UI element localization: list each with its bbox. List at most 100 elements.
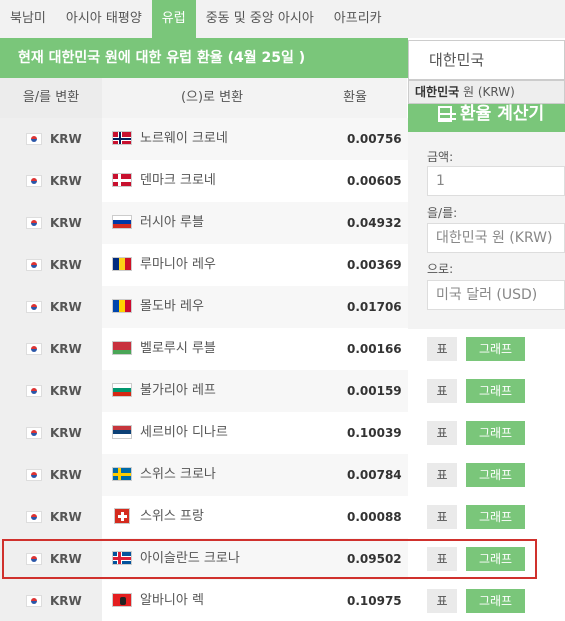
from-cell: KRW (0, 370, 102, 412)
suggestion-bold: 대한민국 (415, 85, 460, 99)
sweden-flag-icon (112, 467, 132, 481)
south-korea-flag-icon (26, 385, 42, 397)
south-korea-flag-icon (26, 511, 42, 523)
graph-button[interactable]: 그래프 (466, 421, 525, 445)
from-label: 을/를: (427, 206, 458, 220)
table-button[interactable]: 표 (427, 463, 457, 487)
south-korea-flag-icon (26, 595, 42, 607)
tab-africa[interactable]: 아프리카 (324, 0, 392, 38)
to-currency-field[interactable]: 미국 달러 (USD) (427, 280, 565, 310)
table-row: KRW 알바니아 렉 0.10975 표 그래프 (0, 580, 565, 621)
country-search-input[interactable]: 대한민국 (408, 40, 565, 80)
from-currency-code: KRW (50, 258, 82, 272)
exchange-rate: 0.00159 (347, 384, 402, 398)
exchange-rate: 0.01706 (347, 300, 402, 314)
column-header-to: (으)로 변환 (180, 90, 244, 105)
from-cell: KRW (0, 412, 102, 454)
belarus-flag-icon (112, 341, 132, 355)
tab-asia-pacific[interactable]: 아시아 태평양 (56, 0, 152, 38)
norway-flag-icon (112, 131, 132, 145)
graph-button[interactable]: 그래프 (466, 589, 525, 613)
from-cell: KRW (0, 118, 102, 160)
column-header-rate: 환율 (343, 90, 367, 105)
graph-button[interactable]: 그래프 (466, 337, 525, 361)
from-cell: KRW (0, 328, 102, 370)
from-cell: KRW (0, 580, 102, 621)
table-button[interactable]: 표 (427, 337, 457, 361)
bulgaria-flag-icon (112, 383, 132, 397)
table-button[interactable]: 표 (427, 505, 457, 529)
from-currency-code: KRW (50, 384, 82, 398)
target-currency-link[interactable]: 노르웨이 크로네 (140, 118, 228, 160)
to-cell: 벨로루시 루블 0.00166 (102, 328, 408, 370)
highlight-box (2, 539, 537, 579)
calculator-header: 환율 계산기 (408, 104, 565, 132)
south-korea-flag-icon (26, 469, 42, 481)
from-currency-code: KRW (50, 594, 82, 608)
graph-button[interactable]: 그래프 (466, 505, 525, 529)
to-cell: 루마니아 레우 0.00369 (102, 244, 408, 286)
to-cell: 스위스 크로나 0.00784 (102, 454, 408, 496)
south-korea-flag-icon (26, 259, 42, 271)
graph-button[interactable]: 그래프 (466, 379, 525, 403)
suggestion-rest: 원 (KRW) (459, 85, 515, 99)
target-currency-link[interactable]: 알바니아 렉 (140, 580, 204, 621)
table-row: KRW 스위스 크로나 0.00784 표 그래프 (0, 454, 565, 496)
table-row: KRW 스위스 프랑 0.00088 표 그래프 (0, 496, 565, 538)
table-button[interactable]: 표 (427, 421, 457, 445)
exchange-rate: 0.00756 (347, 132, 402, 146)
target-currency-link[interactable]: 루마니아 레우 (140, 244, 216, 286)
from-currency-field[interactable]: 대한민국 원 (KRW) (427, 223, 565, 253)
target-currency-link[interactable]: 스위스 크로나 (140, 454, 216, 496)
target-currency-link[interactable]: 러시아 루블 (140, 202, 204, 244)
country-suggestion[interactable]: 대한민국 원 (KRW) (408, 80, 565, 104)
exchange-rate: 0.00605 (347, 174, 402, 188)
to-cell: 러시아 루블 0.04932 (102, 202, 408, 244)
south-korea-flag-icon (26, 133, 42, 145)
calculator-panel: 환율 계산기 금액: 1 을/를: 대한민국 원 (KRW) 으로: 미국 달러… (408, 104, 565, 329)
from-cell: KRW (0, 496, 102, 538)
calculator-title: 환율 계산기 (460, 104, 545, 124)
serbia-flag-icon (112, 425, 132, 439)
switzerland-flag-icon (114, 508, 130, 524)
south-korea-flag-icon (26, 343, 42, 355)
target-currency-link[interactable]: 불가리아 레프 (140, 370, 216, 412)
from-cell: KRW (0, 202, 102, 244)
amount-label: 금액: (427, 150, 454, 164)
south-korea-flag-icon (26, 175, 42, 187)
moldova-flag-icon (112, 299, 132, 313)
table-row: KRW 벨로루시 루블 0.00166 표 그래프 (0, 328, 565, 370)
table-row: KRW 불가리아 레프 0.00159 표 그래프 (0, 370, 565, 412)
exchange-rate: 0.00369 (347, 258, 402, 272)
tab-americas[interactable]: 북남미 (0, 0, 56, 38)
target-currency-link[interactable]: 몰도바 레우 (140, 286, 204, 328)
south-korea-flag-icon (26, 301, 42, 313)
south-korea-flag-icon (26, 427, 42, 439)
to-cell: 노르웨이 크로네 0.00756 (102, 118, 408, 160)
exchange-rate: 0.00166 (347, 342, 402, 356)
romania-flag-icon (112, 257, 132, 271)
albania-flag-icon (112, 593, 132, 607)
exchange-rate: 0.04932 (347, 216, 402, 230)
exchange-rate: 0.00784 (347, 468, 402, 482)
target-currency-link[interactable]: 벨로루시 루블 (140, 328, 216, 370)
from-cell: KRW (0, 454, 102, 496)
tab-middle-east[interactable]: 중동 및 중앙 아시아 (196, 0, 324, 38)
from-cell: KRW (0, 286, 102, 328)
table-button[interactable]: 표 (427, 379, 457, 403)
exchange-rate: 0.10039 (347, 426, 402, 440)
column-header-from: 을/를 변환 (0, 78, 102, 118)
to-cell: 덴마크 크로네 0.00605 (102, 160, 408, 202)
exchange-rate: 0.00088 (347, 510, 402, 524)
graph-button[interactable]: 그래프 (466, 463, 525, 487)
tab-europe[interactable]: 유럽 (151, 0, 196, 38)
to-label: 으로: (427, 262, 454, 276)
table-button[interactable]: 표 (427, 589, 457, 613)
from-currency-code: KRW (50, 426, 82, 440)
amount-field[interactable]: 1 (427, 166, 565, 196)
target-currency-link[interactable]: 세르비아 디나르 (140, 412, 228, 454)
from-cell: KRW (0, 160, 102, 202)
target-currency-link[interactable]: 덴마크 크로네 (140, 160, 216, 202)
from-currency-code: KRW (50, 132, 82, 146)
target-currency-link[interactable]: 스위스 프랑 (140, 496, 204, 538)
